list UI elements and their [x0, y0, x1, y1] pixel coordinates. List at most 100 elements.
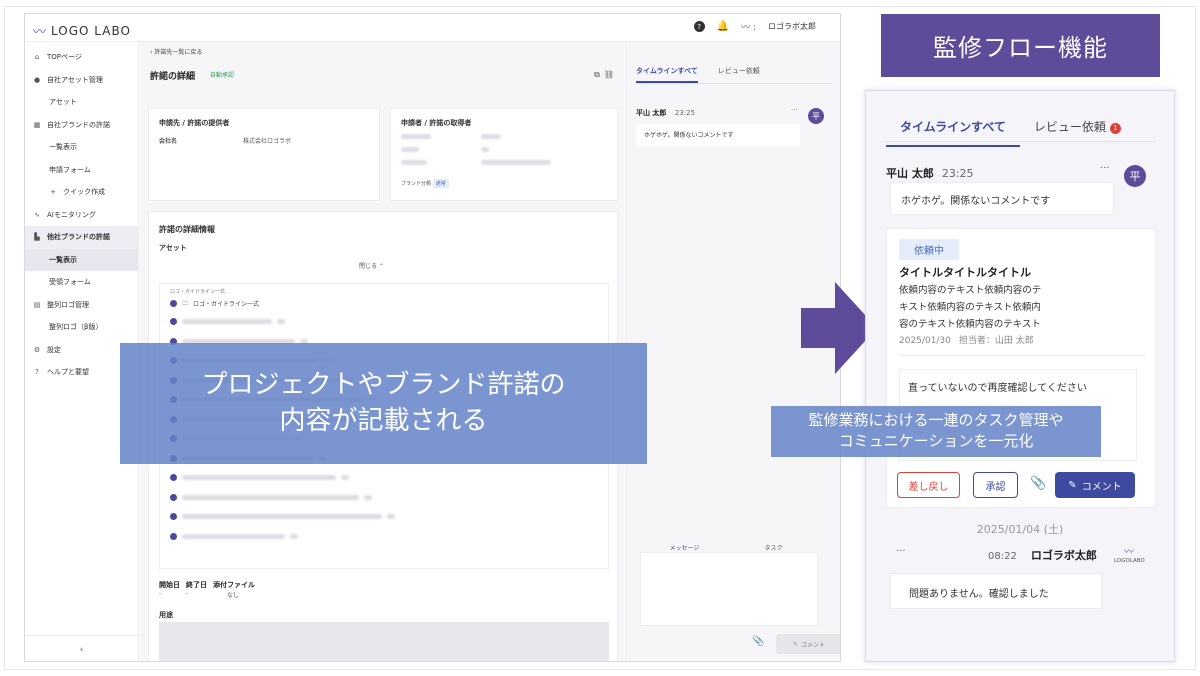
attach-icon[interactable]: 📎	[1030, 476, 1046, 491]
download-icon[interactable]	[170, 300, 177, 307]
zoom-tabs: タイムラインすべて レビュー依頼1	[886, 118, 1135, 147]
approve-button[interactable]: 承認	[973, 472, 1018, 498]
request-body: 依頼内容のテキスト依頼内容のテ キスト依頼内容のテキスト依頼内 容のテキスト依頼…	[899, 282, 1041, 333]
sidebar-item[interactable]: 申請フォーム	[25, 159, 138, 182]
sidebar-item[interactable]: 一覧表示	[25, 136, 138, 159]
user-name[interactable]: ロゴラボ太郎	[768, 21, 816, 32]
link-icon[interactable]: ⛓	[604, 70, 618, 79]
sidebar-item-label: 自社ブランドの許諾	[47, 120, 110, 130]
app-logo[interactable]: 〰LOGO LABO	[33, 21, 131, 40]
sidebar-item[interactable]: ● 自社アセット管理	[25, 69, 138, 92]
help-icon[interactable]: ?	[694, 21, 705, 32]
wave-logo-icon: 〰	[33, 21, 47, 40]
download-icon[interactable]	[170, 318, 177, 325]
asset-row[interactable]	[160, 468, 608, 488]
tab-timeline-all[interactable]: タイムラインすべて	[886, 118, 1020, 147]
gear-icon: ⚙	[33, 346, 41, 354]
plus-icon: +	[49, 188, 57, 196]
app-screenshot: 〰LOGO LABO ? 🔔 〰 : ロゴラボ太郎 ⌂TOPページ ● 自社アセット…	[24, 13, 841, 662]
more-icon[interactable]: ···	[791, 106, 798, 114]
left-caption: プロジェクトやブランド許諾の 内容が記載される	[120, 343, 647, 464]
date-divider: 2025/01/04 (土)	[866, 521, 1174, 537]
collapse-toggle[interactable]: 閉じる ⌃	[359, 261, 384, 270]
comment-button[interactable]: ✎コメント	[1055, 472, 1135, 498]
tab-review-request[interactable]: レビュー依頼1	[1020, 118, 1135, 147]
applicant-title: 申請者 / 許諾の取得者	[401, 118, 471, 128]
sidebar-item[interactable]: ▙ 他社ブランドの許諾	[25, 226, 138, 249]
sidebar-item-label: 一覧表示	[49, 255, 77, 265]
sidebar-item[interactable]: ⌂TOPページ	[25, 46, 138, 69]
attach-icon[interactable]: 📎	[752, 636, 764, 647]
sidebar-item-label: 整列ロゴ管理	[47, 300, 89, 310]
sidebar-item[interactable]: アセット	[25, 91, 138, 114]
tab-review-request[interactable]: レビュー依頼	[718, 66, 760, 83]
end-value: -	[186, 590, 207, 597]
request-status: 依頼中	[899, 239, 959, 260]
help-icon: ?	[33, 368, 41, 376]
sidebar-item-label: 設定	[47, 345, 61, 355]
sidebar-item[interactable]: 一覧表示	[25, 249, 138, 272]
download-icon[interactable]	[170, 533, 177, 540]
date-fields: 開始日- 終了日- 添付ファイルなし	[159, 580, 255, 599]
download-icon[interactable]	[170, 494, 177, 501]
sidebar-item[interactable]: + クイック作成	[25, 181, 138, 204]
sidebar-item-label: ヘルプと要望	[47, 367, 89, 377]
provider-card: 申請先 / 許諾の提供者 会社名 株式会社ロゴラボ	[148, 108, 380, 201]
comment-bubble: ホゲホゲ。関係ないコメントです	[890, 182, 1114, 215]
avatar: 平	[808, 108, 824, 124]
back-link[interactable]: ‹ 許諾先一覧に戻る	[150, 47, 202, 56]
applicant-card: 申請者 / 許諾の取得者 ブランド分類 通常	[390, 108, 618, 201]
more-icon[interactable]: ···	[896, 546, 906, 557]
download-icon[interactable]	[170, 474, 177, 481]
request-title: タイトルタイトルタイトル	[899, 264, 1031, 280]
company-label: 会社名	[159, 136, 177, 145]
sidebar-item[interactable]: ∿ AIモニタリング	[25, 204, 138, 227]
sidebar-item-label: 他社ブランドの許諾	[47, 232, 110, 242]
sidebar-item-label: 受領フォーム	[49, 277, 91, 287]
asset-row[interactable]	[160, 527, 608, 547]
copy-icon[interactable]: ⧉	[594, 70, 604, 79]
sidebar-item[interactable]: ▦自社ブランドの許諾	[25, 114, 138, 137]
timeline-tabs: タイムラインすべて レビュー依頼	[636, 66, 760, 83]
reject-button[interactable]: 差し戻し	[897, 472, 960, 498]
user-logo-icon: 〰 :	[741, 20, 756, 33]
comment-bubble: ホゲホゲ。関係ないコメントです	[636, 124, 800, 146]
request-meta: 2025/01/30担当者：山田 太郎	[899, 333, 1034, 346]
avatar: 平	[1124, 165, 1146, 187]
download-icon[interactable]	[170, 513, 177, 520]
feature-label: 監修フロー機能	[881, 14, 1160, 77]
sidebar-item-label: アセット	[49, 97, 77, 107]
comment-button[interactable]: ✎コメント	[776, 634, 841, 654]
sidebar-item-label: 一覧表示	[49, 142, 77, 152]
bell-icon[interactable]: 🔔	[717, 21, 729, 32]
more-icon[interactable]: ···	[1100, 163, 1110, 174]
asset-row[interactable]: 🗀ロゴ・ガイドライン一式	[160, 295, 608, 312]
sidebar-item-label: 自社アセット管理	[47, 75, 103, 85]
comment-bubble: 問題ありません。確認しました	[890, 573, 1102, 609]
sidebar-item-label: AIモニタリング	[47, 210, 96, 220]
pencil-icon: ✎	[1068, 480, 1076, 491]
sidebar-item[interactable]: 受領フォーム	[25, 271, 138, 294]
detail-title: 許諾の詳細情報	[159, 224, 215, 235]
sidebar-item[interactable]: ▤整列ロゴ管理	[25, 294, 138, 317]
sidebar-item-label: クイック作成	[63, 187, 105, 197]
sidebar-item-label: 整列ロゴ（β版）	[49, 322, 102, 332]
tab-timeline-all[interactable]: タイムラインすべて	[636, 66, 698, 83]
sidebar-collapse-button[interactable]: ‹	[25, 635, 138, 662]
start-value: -	[159, 590, 180, 597]
sidebar-item[interactable]: 整列ロゴ（β版）	[25, 316, 138, 339]
asset-row[interactable]	[160, 507, 608, 527]
asset-row[interactable]	[160, 488, 608, 508]
monitor-icon: ∿	[33, 211, 41, 219]
top-bar-actions: ? 🔔 〰 : ロゴラボ太郎	[694, 20, 816, 33]
building-icon: ▙	[33, 233, 41, 241]
usage-box	[159, 622, 609, 662]
page-title: 許諾の詳細	[150, 69, 195, 82]
asset-icon: ●	[33, 76, 41, 84]
company-logo: 〰 LOGOLABO	[1114, 543, 1144, 567]
message-input[interactable]	[640, 552, 818, 626]
brand-chip: ブランド分類 通常	[401, 179, 449, 188]
comment-header: 平山 太郎 23:25	[636, 108, 695, 118]
asset-row[interactable]	[160, 312, 608, 332]
comment-header: 08:22ロゴラボ太郎	[988, 547, 1097, 563]
